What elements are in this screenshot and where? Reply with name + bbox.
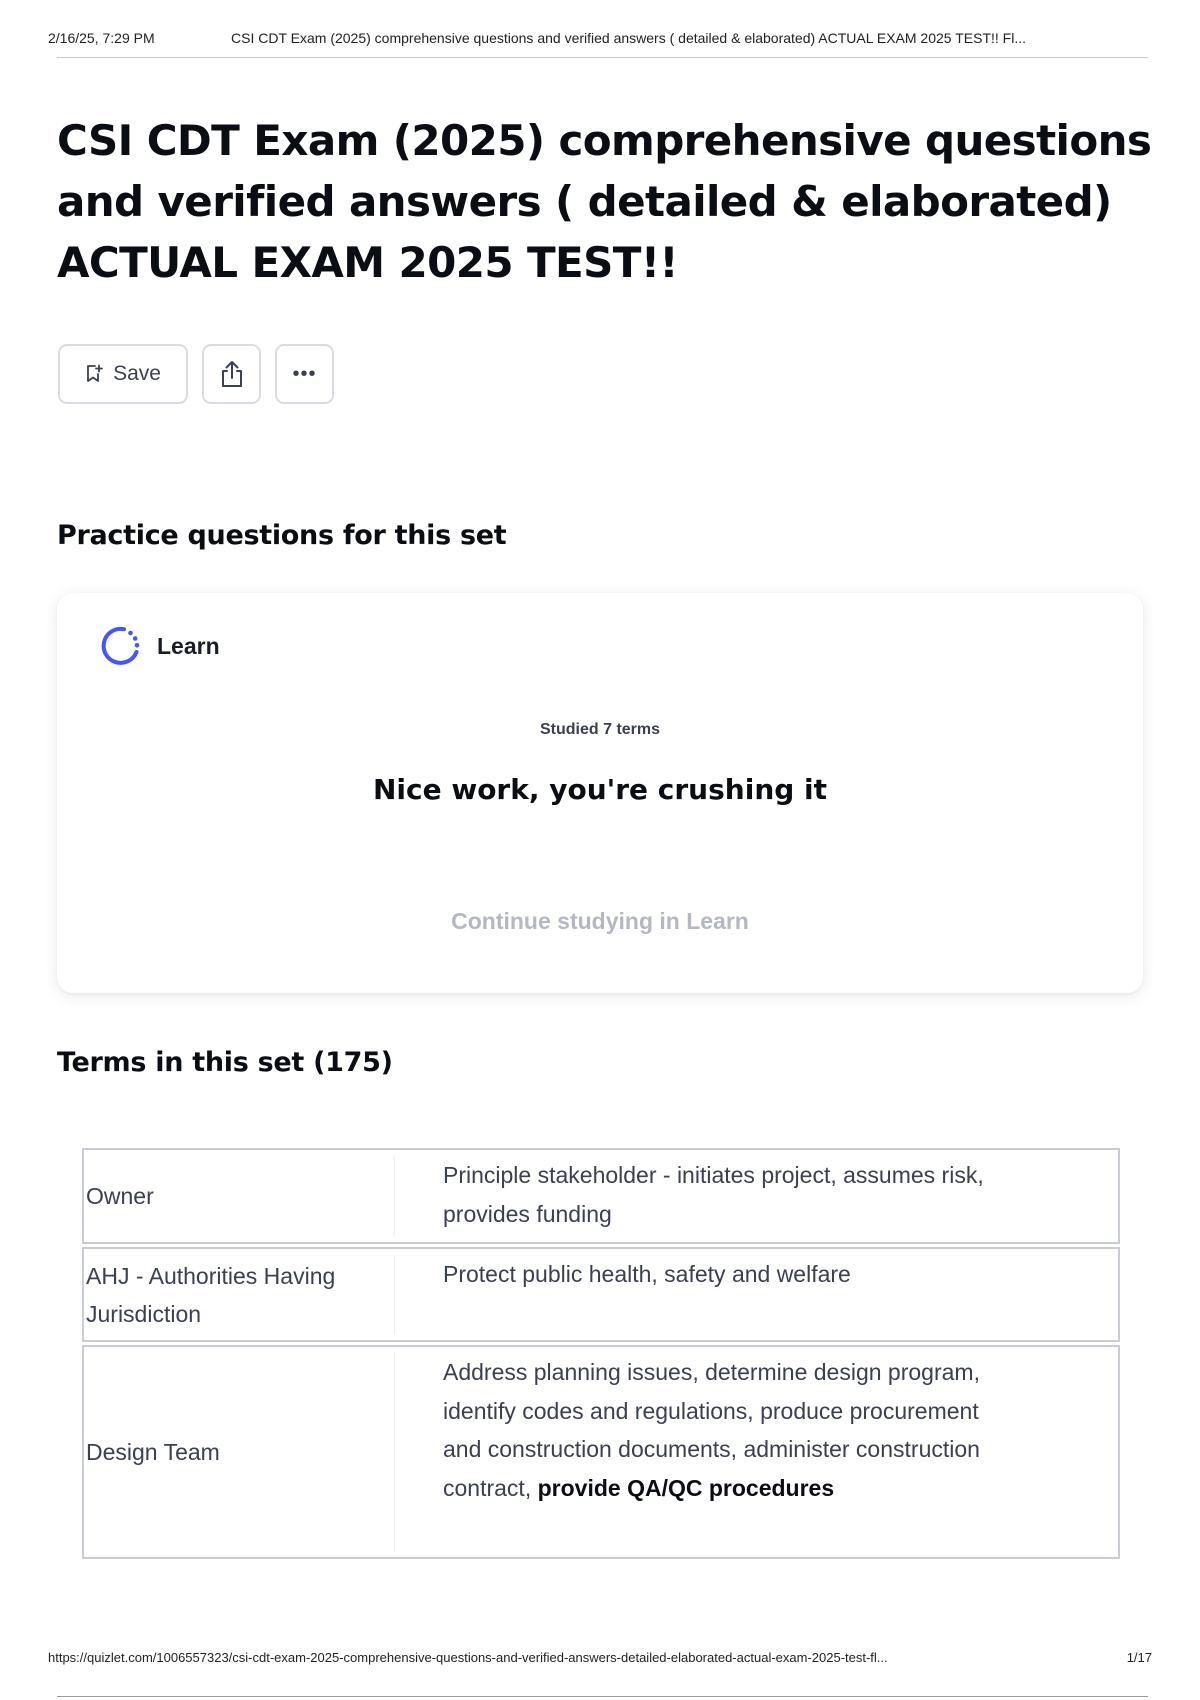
term-definition: Principle stakeholder - initiates projec… bbox=[443, 1162, 984, 1227]
print-doc-title: CSI CDT Exam (2025) comprehensive questi… bbox=[231, 30, 1026, 46]
term-word: Design Team bbox=[86, 1439, 220, 1465]
save-button[interactable]: Save bbox=[58, 344, 188, 404]
term-definition: Address planning issues, determine desig… bbox=[395, 1347, 1118, 1557]
page-title: CSI CDT Exam (2025) comprehensive questi… bbox=[57, 116, 1152, 287]
term-word: Owner bbox=[86, 1183, 154, 1209]
continue-learn-link[interactable]: Continue studying in Learn bbox=[57, 908, 1143, 935]
share-button[interactable] bbox=[202, 344, 261, 404]
term-definition: Protect public health, safety and welfar… bbox=[443, 1261, 851, 1287]
progress-message: Nice work, you're crushing it bbox=[372, 773, 828, 806]
term-row[interactable]: AHJ - Authorities Having Jurisdiction Pr… bbox=[82, 1247, 1120, 1342]
practice-heading: Practice questions for this set bbox=[57, 520, 507, 551]
page-number: 1/17 bbox=[1126, 1650, 1152, 1665]
more-options-button[interactable]: ••• bbox=[275, 344, 334, 404]
save-label: Save bbox=[113, 362, 161, 385]
print-header: 2/16/25, 7:29 PM CSI CDT Exam (2025) com… bbox=[48, 30, 1152, 60]
footer-rule bbox=[57, 1696, 1148, 1697]
learn-header: Learn bbox=[97, 623, 220, 669]
bookmark-plus-icon bbox=[85, 364, 103, 384]
set-toolbar: Save ••• bbox=[58, 344, 334, 404]
definition-bold-text: provide QA/QC procedures bbox=[537, 1474, 835, 1501]
learn-label: Learn bbox=[157, 632, 220, 659]
studied-count: Studied 7 terms bbox=[539, 721, 661, 738]
share-icon bbox=[218, 359, 246, 389]
more-icon: ••• bbox=[292, 362, 317, 385]
term-row[interactable]: Owner Principle stakeholder - initiates … bbox=[82, 1148, 1120, 1244]
term-row[interactable]: Design Team Address planning issues, det… bbox=[82, 1345, 1120, 1559]
learn-icon bbox=[97, 623, 143, 669]
terms-heading: Terms in this set (175) bbox=[57, 1047, 393, 1078]
print-date: 2/16/25, 7:29 PM bbox=[48, 30, 155, 46]
header-rule bbox=[57, 57, 1148, 58]
terms-table: Owner Principle stakeholder - initiates … bbox=[82, 1148, 1120, 1562]
learn-card[interactable]: Learn Studied 7 terms Nice work, you're … bbox=[57, 593, 1143, 993]
print-url: https://quizlet.com/1006557323/csi-cdt-e… bbox=[48, 1650, 888, 1665]
term-word: AHJ - Authorities Having Jurisdiction bbox=[86, 1262, 336, 1327]
